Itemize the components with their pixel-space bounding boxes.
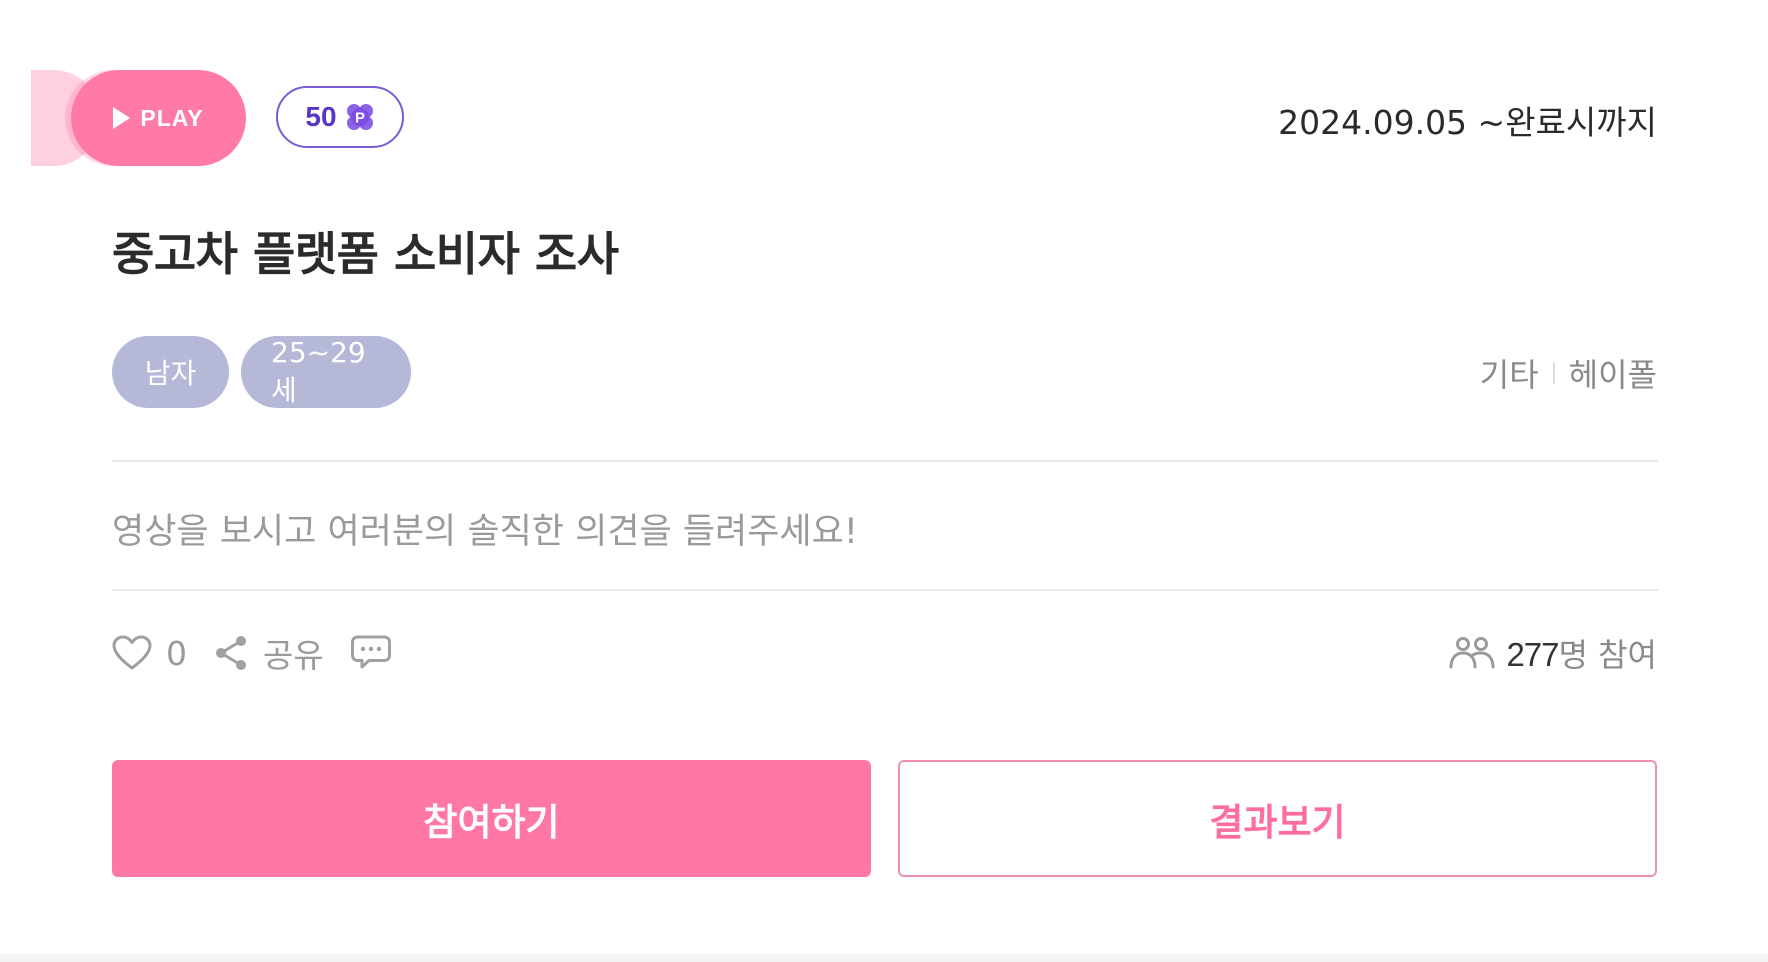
view-results-button[interactable]: 결과보기 bbox=[898, 760, 1657, 877]
action-bar: 0 공유 bbox=[112, 630, 392, 676]
points-badge: 50 P bbox=[276, 86, 404, 148]
survey-category: 기타 bbox=[1479, 356, 1539, 394]
survey-title: 중고차 플랫폼 소비자 조사 bbox=[112, 227, 619, 281]
tag-age: 25~29세 bbox=[241, 336, 411, 408]
tag-gender: 남자 bbox=[112, 336, 229, 408]
share-label: 공유 bbox=[263, 636, 324, 675]
play-icon bbox=[113, 107, 131, 129]
survey-meta: 기타 헤이폴 bbox=[1480, 350, 1657, 396]
survey-description: 영상을 보시고 여러분의 솔직한 의견을 들려주세요! bbox=[112, 512, 858, 552]
participant-suffix: 명 참여 bbox=[1558, 636, 1658, 674]
svg-text:P: P bbox=[355, 110, 365, 127]
people-icon bbox=[1449, 637, 1495, 669]
play-pill[interactable]: PLAY bbox=[71, 70, 246, 166]
share-button[interactable]: 공유 bbox=[213, 629, 324, 677]
target-tags: 남자 25~29세 bbox=[112, 336, 411, 408]
survey-card: PLAY 50 P 2024.09.05 ~완료시까지 중고차 플랫폼 소비자 … bbox=[0, 0, 1768, 954]
share-icon bbox=[216, 636, 246, 670]
divider-top bbox=[112, 460, 1658, 462]
join-button[interactable]: 참여하기 bbox=[112, 760, 871, 877]
participant-count: 277명 참여 bbox=[1448, 630, 1657, 676]
participant-number: 277 bbox=[1506, 636, 1559, 673]
survey-period: 2024.09.05 ~완료시까지 bbox=[1278, 103, 1657, 142]
comment-icon bbox=[350, 635, 391, 669]
divider-bottom bbox=[112, 589, 1658, 591]
survey-provider: 헤이폴 bbox=[1568, 356, 1657, 394]
play-label: PLAY bbox=[140, 104, 204, 131]
play-badge[interactable]: PLAY bbox=[31, 70, 246, 166]
point-coin-icon: P bbox=[345, 102, 375, 132]
comment-button[interactable] bbox=[350, 634, 392, 672]
points-value: 50 bbox=[305, 101, 337, 132]
heart-icon bbox=[112, 635, 152, 670]
like-count: 0 bbox=[166, 633, 187, 673]
meta-separator bbox=[1552, 362, 1555, 384]
bottom-separator bbox=[0, 954, 1768, 962]
like-button[interactable]: 0 bbox=[112, 634, 187, 673]
